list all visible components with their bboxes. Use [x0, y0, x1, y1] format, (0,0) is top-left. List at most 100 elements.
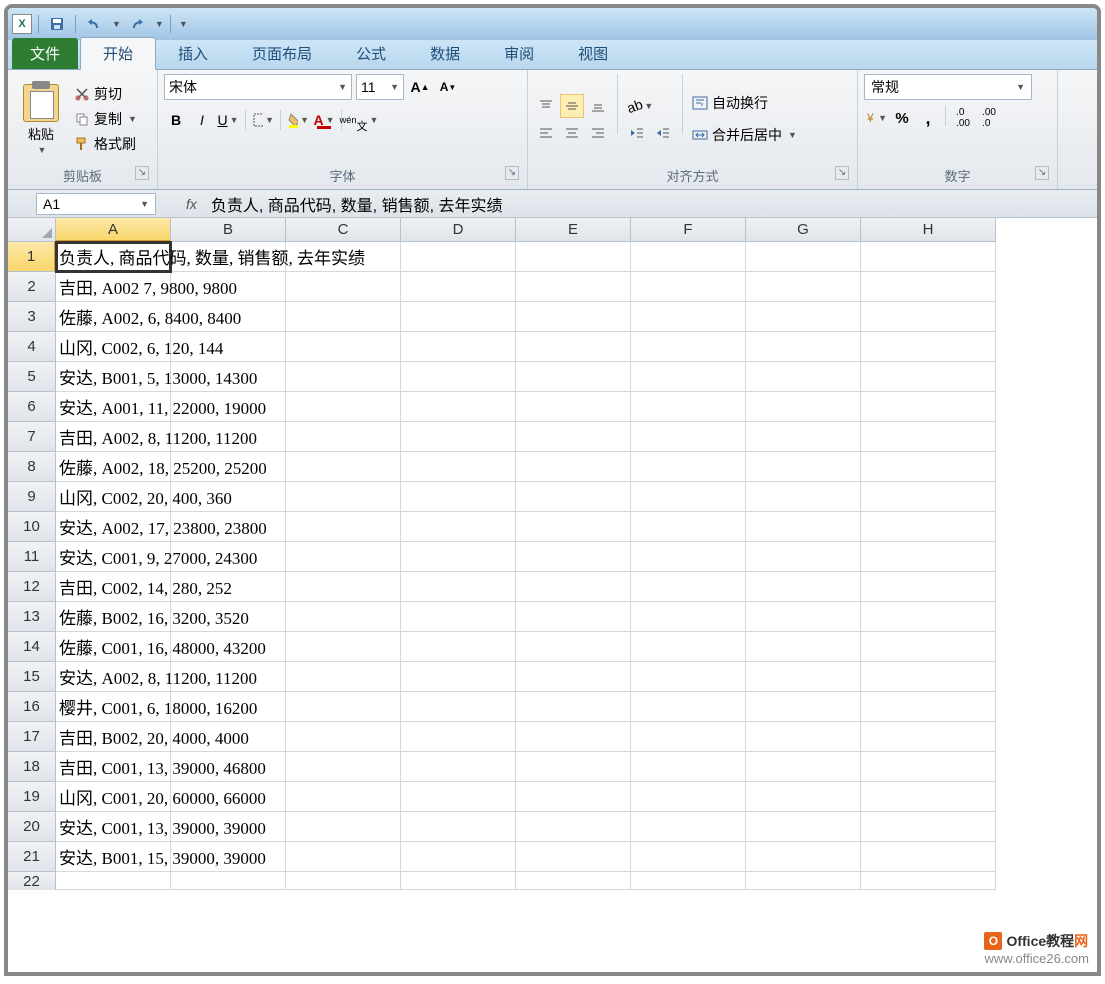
cell[interactable] — [516, 302, 631, 332]
cell[interactable] — [516, 452, 631, 482]
cell[interactable] — [746, 722, 861, 752]
font-color-button[interactable]: A ▼ — [312, 108, 336, 132]
cell[interactable] — [861, 812, 996, 842]
cell[interactable] — [516, 812, 631, 842]
border-button[interactable]: ▼ — [251, 108, 275, 132]
cell[interactable]: 安达, A002, 8, 11200, 11200 — [56, 662, 171, 692]
undo-button[interactable] — [82, 13, 106, 35]
cell[interactable] — [631, 662, 746, 692]
cell[interactable] — [516, 332, 631, 362]
column-header[interactable]: F — [631, 218, 746, 242]
cell[interactable]: 佐藤, C001, 16, 48000, 43200 — [56, 632, 171, 662]
cell[interactable] — [286, 722, 401, 752]
tab-formulas[interactable]: 公式 — [334, 38, 408, 69]
cell[interactable] — [286, 782, 401, 812]
row-header[interactable]: 3 — [8, 302, 56, 332]
cell[interactable] — [516, 422, 631, 452]
undo-dropdown-icon[interactable]: ▼ — [112, 19, 121, 29]
align-middle-button[interactable] — [560, 94, 584, 118]
cell[interactable]: 负责人, 商品代码, 数量, 销售额, 去年实绩 — [56, 242, 171, 272]
cell[interactable] — [516, 662, 631, 692]
cell[interactable] — [516, 782, 631, 812]
cell[interactable] — [401, 512, 516, 542]
cell[interactable]: 佐藤, A002, 6, 8400, 8400 — [56, 302, 171, 332]
italic-button[interactable]: I — [190, 108, 214, 132]
cell[interactable] — [286, 302, 401, 332]
cell[interactable] — [286, 692, 401, 722]
cell[interactable] — [286, 452, 401, 482]
cell[interactable] — [401, 362, 516, 392]
cell[interactable] — [516, 842, 631, 872]
cell[interactable] — [746, 392, 861, 422]
increase-decimal-button[interactable]: .0.00 — [951, 106, 975, 130]
column-header[interactable]: D — [401, 218, 516, 242]
align-right-button[interactable] — [586, 121, 610, 145]
cell[interactable] — [631, 692, 746, 722]
cell[interactable] — [286, 632, 401, 662]
cell[interactable] — [401, 752, 516, 782]
cell[interactable] — [746, 632, 861, 662]
row-header[interactable]: 10 — [8, 512, 56, 542]
row-header[interactable]: 12 — [8, 572, 56, 602]
cell[interactable] — [631, 422, 746, 452]
cell[interactable] — [631, 842, 746, 872]
font-size-select[interactable]: 11▼ — [356, 74, 404, 100]
cell[interactable] — [861, 692, 996, 722]
cell[interactable] — [861, 722, 996, 752]
format-painter-button[interactable]: 格式刷 — [72, 133, 139, 155]
cell[interactable] — [401, 242, 516, 272]
cell[interactable]: 安达, C001, 9, 27000, 24300 — [56, 542, 171, 572]
cell[interactable] — [861, 782, 996, 812]
cell[interactable] — [631, 392, 746, 422]
row-header[interactable]: 2 — [8, 272, 56, 302]
paste-button[interactable]: 粘贴 ▼ — [14, 74, 68, 164]
cell[interactable]: 安达, B001, 15, 39000, 39000 — [56, 842, 171, 872]
cell[interactable] — [746, 812, 861, 842]
cell[interactable] — [631, 782, 746, 812]
cell[interactable]: 吉田, B002, 20, 4000, 4000 — [56, 722, 171, 752]
cell[interactable] — [401, 782, 516, 812]
tab-review[interactable]: 审阅 — [482, 38, 556, 69]
cell[interactable]: 安达, A001, 11, 22000, 19000 — [56, 392, 171, 422]
cell[interactable] — [286, 812, 401, 842]
tab-file[interactable]: 文件 — [12, 38, 78, 69]
cell[interactable]: 安达, B001, 5, 13000, 14300 — [56, 362, 171, 392]
increase-font-button[interactable]: A▲ — [408, 75, 432, 99]
cell[interactable] — [746, 422, 861, 452]
cell[interactable] — [516, 272, 631, 302]
cell[interactable] — [401, 452, 516, 482]
cell[interactable] — [631, 722, 746, 752]
tab-page-layout[interactable]: 页面布局 — [230, 38, 334, 69]
align-bottom-button[interactable] — [586, 94, 610, 118]
column-header[interactable]: A — [56, 218, 171, 242]
fx-icon[interactable]: fx — [186, 196, 197, 212]
cell[interactable] — [401, 812, 516, 842]
cell[interactable]: 安达, C001, 13, 39000, 39000 — [56, 812, 171, 842]
row-header[interactable]: 11 — [8, 542, 56, 572]
cell[interactable] — [401, 332, 516, 362]
cell[interactable] — [401, 542, 516, 572]
cell[interactable] — [631, 632, 746, 662]
cell[interactable]: 安达, A002, 17, 23800, 23800 — [56, 512, 171, 542]
cell[interactable] — [516, 692, 631, 722]
cell[interactable] — [516, 392, 631, 422]
cell[interactable] — [631, 752, 746, 782]
cell[interactable] — [861, 842, 996, 872]
cell[interactable] — [746, 362, 861, 392]
cell[interactable] — [631, 242, 746, 272]
cell[interactable] — [861, 392, 996, 422]
cell[interactable] — [631, 512, 746, 542]
cell[interactable] — [286, 842, 401, 872]
cell[interactable] — [401, 632, 516, 662]
fill-color-button[interactable]: ▼ — [286, 108, 310, 132]
cell[interactable] — [631, 452, 746, 482]
dialog-launcher-icon[interactable]: ↘ — [835, 166, 849, 180]
align-left-button[interactable] — [534, 121, 558, 145]
cell[interactable] — [746, 572, 861, 602]
cell[interactable] — [631, 572, 746, 602]
dialog-launcher-icon[interactable]: ↘ — [1035, 166, 1049, 180]
cell[interactable] — [861, 482, 996, 512]
column-header[interactable]: B — [171, 218, 286, 242]
number-format-select[interactable]: 常规▼ — [864, 74, 1032, 100]
orientation-button[interactable]: ab▼ — [625, 94, 655, 118]
